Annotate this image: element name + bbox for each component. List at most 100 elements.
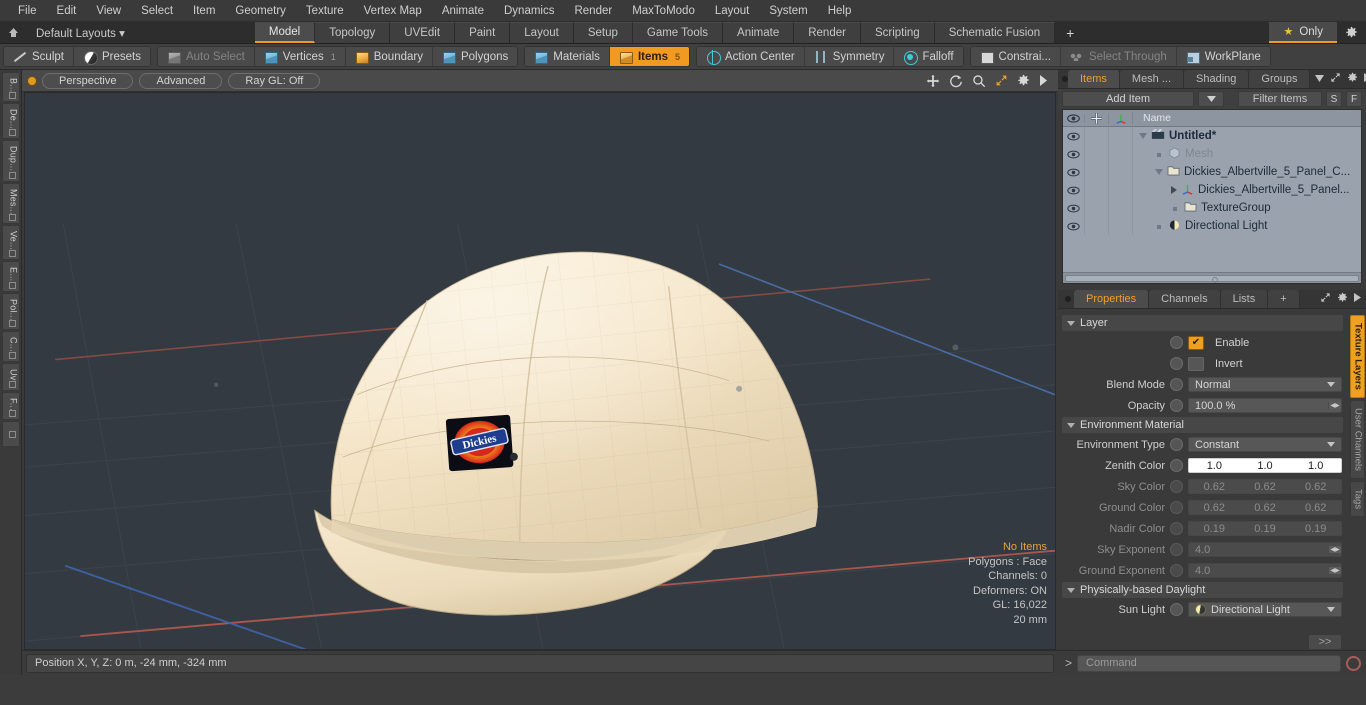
- left-tab-extra[interactable]: [1, 421, 20, 448]
- left-tab-8[interactable]: Uv: [1, 363, 20, 391]
- mode-button-falloff[interactable]: Falloff: [894, 47, 963, 66]
- row-transform-cell[interactable]: [1109, 145, 1133, 163]
- left-tab-1[interactable]: De...: [1, 103, 20, 140]
- property-channel-dot[interactable]: [1170, 603, 1183, 616]
- property-color-component[interactable]: 0.19: [1290, 522, 1341, 535]
- property-channel-dot[interactable]: [1170, 459, 1183, 472]
- left-tab-2[interactable]: Dup...: [1, 140, 20, 182]
- row-lock-cell[interactable]: [1085, 181, 1109, 199]
- property-color-component[interactable]: 0.62: [1290, 501, 1341, 514]
- gear-icon[interactable]: [1017, 74, 1030, 87]
- twisty-down-icon[interactable]: [1067, 587, 1075, 593]
- add-item-dropdown-arrow[interactable]: [1198, 91, 1224, 107]
- mode-button-presets[interactable]: Presets: [73, 47, 150, 66]
- twisty-down-icon[interactable]: [1067, 422, 1075, 428]
- property-channel-dot[interactable]: [1170, 438, 1183, 451]
- property-checkbox[interactable]: [1188, 356, 1204, 371]
- property-numeric-field[interactable]: 4.0 ◀▶: [1188, 542, 1342, 557]
- layout-tab-game-tools[interactable]: Game Tools: [632, 22, 724, 43]
- property-checkbox[interactable]: ✔: [1188, 335, 1204, 350]
- properties-section-header[interactable]: Layer: [1062, 315, 1343, 331]
- row-lock-cell[interactable]: [1085, 199, 1109, 217]
- row-lock-cell[interactable]: [1085, 127, 1109, 145]
- property-channel-dot[interactable]: [1170, 501, 1183, 514]
- left-tab-0[interactable]: B...: [1, 72, 20, 103]
- twisty-down-icon[interactable]: [1067, 320, 1075, 326]
- property-channel-dot[interactable]: [1170, 357, 1183, 370]
- viewport-canvas[interactable]: Dickies No Items Polygons: Face Channel…: [24, 92, 1056, 650]
- menu-item-item[interactable]: Item: [183, 2, 225, 20]
- menu-item-edit[interactable]: Edit: [47, 2, 87, 20]
- property-numeric-field[interactable]: 100.0 % ◀▶: [1188, 398, 1342, 413]
- layout-tab-uvedit[interactable]: UVEdit: [390, 22, 456, 43]
- items-row-name-cell[interactable]: Directional Light: [1133, 219, 1361, 234]
- chevron-down-icon[interactable]: [1327, 442, 1335, 447]
- mode-button-symmetry[interactable]: Symmetry: [804, 47, 895, 66]
- items-row[interactable]: Dickies_Albertville_5_Panel...: [1063, 181, 1361, 199]
- layout-tab-render[interactable]: Render: [794, 22, 861, 43]
- add-layout-tab-button[interactable]: +: [1055, 22, 1085, 43]
- items-row[interactable]: Untitled*: [1063, 127, 1361, 145]
- property-color-component[interactable]: 0.19: [1189, 522, 1240, 535]
- mode-button-constrai[interactable]: Constrai...: [970, 47, 1061, 66]
- left-tab-5[interactable]: E...: [1, 261, 20, 292]
- mode-button-select-through[interactable]: Select Through: [1060, 47, 1177, 66]
- property-color-triple[interactable]: 0.62 0.62 0.62: [1188, 479, 1342, 494]
- twisty-down-icon[interactable]: [1155, 169, 1163, 175]
- items-row[interactable]: TextureGroup: [1063, 199, 1361, 217]
- properties-section-header[interactable]: Environment Material: [1062, 417, 1343, 433]
- property-numeric-field[interactable]: 4.0 ◀▶: [1188, 563, 1342, 578]
- gear-icon[interactable]: [1337, 22, 1366, 43]
- property-color-component[interactable]: 0.62: [1189, 480, 1240, 493]
- more-button[interactable]: >>: [1308, 634, 1342, 650]
- mode-button-workplane[interactable]: WorkPlane: [1176, 47, 1270, 66]
- items-tab-groups[interactable]: Groups: [1249, 70, 1311, 88]
- property-spinner[interactable]: ◀▶: [1328, 546, 1341, 553]
- command-input[interactable]: Command: [1077, 654, 1341, 672]
- property-channel-dot[interactable]: [1170, 378, 1183, 391]
- row-transform-cell[interactable]: [1109, 199, 1133, 217]
- menu-item-geometry[interactable]: Geometry: [225, 2, 296, 20]
- property-color-component[interactable]: 0.62: [1189, 501, 1240, 514]
- layout-tab-topology[interactable]: Topology: [315, 22, 391, 43]
- layout-tab-model[interactable]: Model: [254, 22, 316, 43]
- arrow-right-icon[interactable]: [1354, 293, 1361, 305]
- default-layouts-dropdown[interactable]: Default Layouts ▾: [26, 22, 135, 43]
- left-tab-3[interactable]: Mes...: [1, 182, 20, 225]
- row-transform-cell[interactable]: [1109, 163, 1133, 181]
- menu-item-layout[interactable]: Layout: [705, 2, 760, 20]
- items-row-name-cell[interactable]: Dickies_Albertville_5_Panel_C...: [1133, 165, 1361, 179]
- menu-item-select[interactable]: Select: [131, 2, 183, 20]
- property-color-component[interactable]: 0.62: [1240, 501, 1291, 514]
- layout-tab-layout[interactable]: Layout: [510, 22, 574, 43]
- property-color-triple[interactable]: 0.19 0.19 0.19: [1188, 521, 1342, 536]
- property-color-component[interactable]: 1.0: [1189, 459, 1240, 472]
- filter-items-input[interactable]: Filter Items: [1238, 91, 1322, 107]
- property-spinner[interactable]: ◀▶: [1328, 402, 1341, 409]
- menu-item-texture[interactable]: Texture: [296, 2, 354, 20]
- menu-item-maxtomodo[interactable]: MaxToModo: [622, 2, 705, 20]
- row-lock-cell[interactable]: [1085, 145, 1109, 163]
- property-channel-dot[interactable]: [1170, 399, 1183, 412]
- menu-item-render[interactable]: Render: [564, 2, 622, 20]
- row-transform-cell[interactable]: [1109, 217, 1133, 235]
- layout-tab-setup[interactable]: Setup: [573, 22, 633, 43]
- items-row-name-cell[interactable]: Dickies_Albertville_5_Panel...: [1133, 183, 1361, 198]
- items-row[interactable]: Mesh: [1063, 145, 1361, 163]
- maximize-icon[interactable]: [995, 74, 1008, 87]
- expand-icon[interactable]: [1320, 292, 1331, 306]
- row-visibility-eye-icon[interactable]: [1063, 127, 1085, 145]
- mode-button-polygons[interactable]: Polygons: [432, 47, 518, 66]
- property-light-dropdown[interactable]: Directional Light: [1188, 602, 1342, 617]
- items-row[interactable]: Dickies_Albertville_5_Panel_C...: [1063, 163, 1361, 181]
- items-row-name-cell[interactable]: Mesh: [1133, 146, 1361, 162]
- properties-tab-properties[interactable]: Properties: [1074, 290, 1150, 308]
- property-color-component[interactable]: 1.0: [1240, 459, 1291, 472]
- row-lock-cell[interactable]: [1085, 217, 1109, 235]
- viewport-indicator-dot[interactable]: [28, 76, 36, 85]
- mode-button-vertices[interactable]: Vertices 1: [254, 47, 346, 66]
- rotate-icon[interactable]: [949, 74, 963, 88]
- properties-tab-lists[interactable]: Lists: [1220, 290, 1269, 308]
- items-horizontal-scrollbar[interactable]: [1063, 272, 1361, 283]
- menu-item-help[interactable]: Help: [818, 2, 862, 20]
